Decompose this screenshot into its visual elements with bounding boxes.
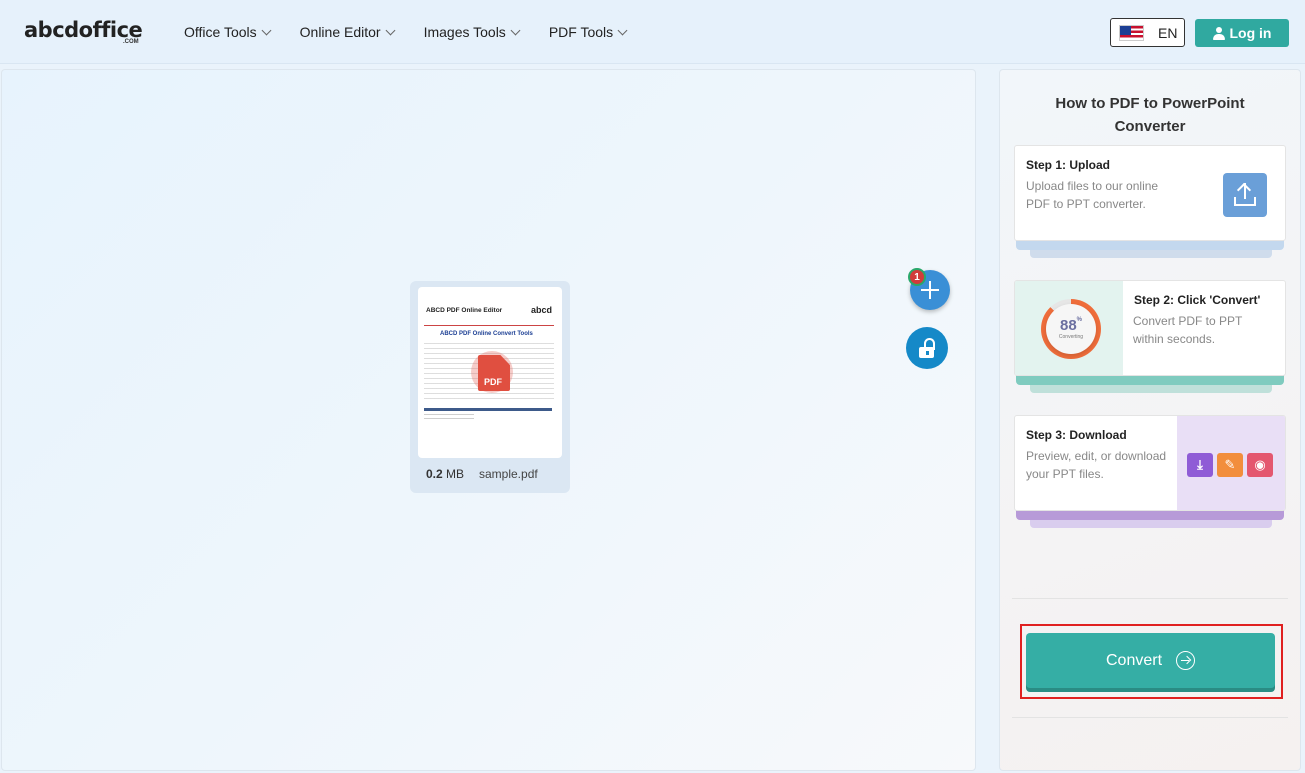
nav-online-editor[interactable]: Online Editor — [299, 24, 396, 40]
chevron-down-icon — [385, 25, 396, 35]
language-label: EN — [1158, 24, 1178, 41]
top-header: abcdoffice .COM Office Tools Online Edit… — [0, 0, 1305, 64]
download-illustration: ⤓ ✎ ◉ — [1177, 416, 1285, 510]
upload-workspace[interactable]: ABCD PDF Online Editor abcd ABCD PDF Onl… — [1, 69, 976, 771]
chevron-down-icon — [617, 25, 628, 35]
us-flag-icon — [1119, 24, 1144, 41]
progress-value: 88% — [1059, 317, 1083, 334]
edit-icon: ✎ — [1217, 453, 1243, 477]
step-2-card: 88% Converting Step 2: Click 'Convert' C… — [1014, 280, 1286, 376]
login-button[interactable]: Log in — [1195, 19, 1289, 47]
file-size-value: 0.2 — [426, 467, 443, 481]
main-nav: Office Tools Online Editor Images Tools … — [184, 24, 656, 40]
thumbnail-subheading: ABCD PDF Online Convert Tools — [440, 331, 533, 337]
step-3-description: Preview, edit, or download your PPT file… — [1026, 449, 1167, 481]
file-card[interactable]: ABCD PDF Online Editor abcd ABCD PDF Onl… — [410, 281, 570, 493]
upload-icon — [1223, 173, 1267, 217]
file-size: 0.2 MB — [426, 467, 464, 481]
nav-label: Office Tools — [184, 24, 257, 40]
language-selector[interactable]: EN — [1110, 18, 1185, 47]
pdf-file-label: PDF — [484, 377, 502, 387]
unlock-button[interactable] — [906, 327, 948, 369]
file-name: sample.pdf — [479, 467, 538, 481]
thumbnail-heading: ABCD PDF Online Editor — [426, 307, 503, 314]
login-label: Log in — [1229, 25, 1272, 41]
nav-label: Images Tools — [423, 24, 506, 40]
step-1-card: Step 1: Upload Upload files to our onlin… — [1014, 145, 1286, 241]
arrow-right-circle-icon — [1176, 651, 1196, 670]
progress-caption: Converting — [1058, 334, 1084, 340]
chevron-down-icon — [261, 25, 272, 35]
thumbnail-logo: abcd — [530, 305, 552, 315]
step-1-title: Step 1: Upload — [1026, 158, 1111, 172]
nav-label: Online Editor — [299, 24, 381, 40]
step-2-title: Step 2: Click 'Convert' — [1134, 293, 1261, 307]
file-thumbnail: ABCD PDF Online Editor abcd ABCD PDF Onl… — [418, 287, 562, 458]
convert-button[interactable]: Convert — [1026, 633, 1275, 688]
step-3-title: Step 3: Download — [1026, 428, 1127, 442]
thumbnail-text-lines — [424, 414, 474, 422]
sidebar-divider — [1012, 598, 1288, 599]
converting-illustration: 88% Converting — [1015, 281, 1123, 375]
nav-office-tools[interactable]: Office Tools — [184, 24, 272, 40]
nav-label: PDF Tools — [548, 24, 614, 40]
progress-dial: 88% Converting — [1041, 299, 1101, 359]
download-icon: ⤓ — [1187, 453, 1213, 477]
user-icon — [1212, 26, 1225, 40]
sidebar-divider — [1012, 717, 1288, 718]
sidebar-title: How to PDF to PowerPoint Converter — [1055, 95, 1245, 135]
step-1-description: Upload files to our online PDF to PPT co… — [1026, 179, 1159, 211]
nav-pdf-tools[interactable]: PDF Tools — [548, 24, 628, 40]
file-size-unit: MB — [446, 467, 465, 481]
thumbnail-rule — [424, 325, 554, 326]
convert-label: Convert — [1105, 651, 1163, 669]
preview-icon: ◉ — [1247, 453, 1273, 477]
chevron-down-icon — [510, 25, 521, 35]
how-to-sidebar: How to PDF to PowerPoint Converter Step … — [999, 69, 1301, 771]
step-2-description: Convert PDF to PPT within seconds. — [1133, 314, 1243, 346]
step-3-card: Step 3: Download Preview, edit, or downl… — [1014, 415, 1286, 511]
site-logo-suffix: .COM — [123, 39, 139, 45]
file-count-badge: 1 — [908, 268, 926, 286]
nav-images-tools[interactable]: Images Tools — [423, 24, 521, 40]
thumbnail-bar — [424, 408, 552, 411]
